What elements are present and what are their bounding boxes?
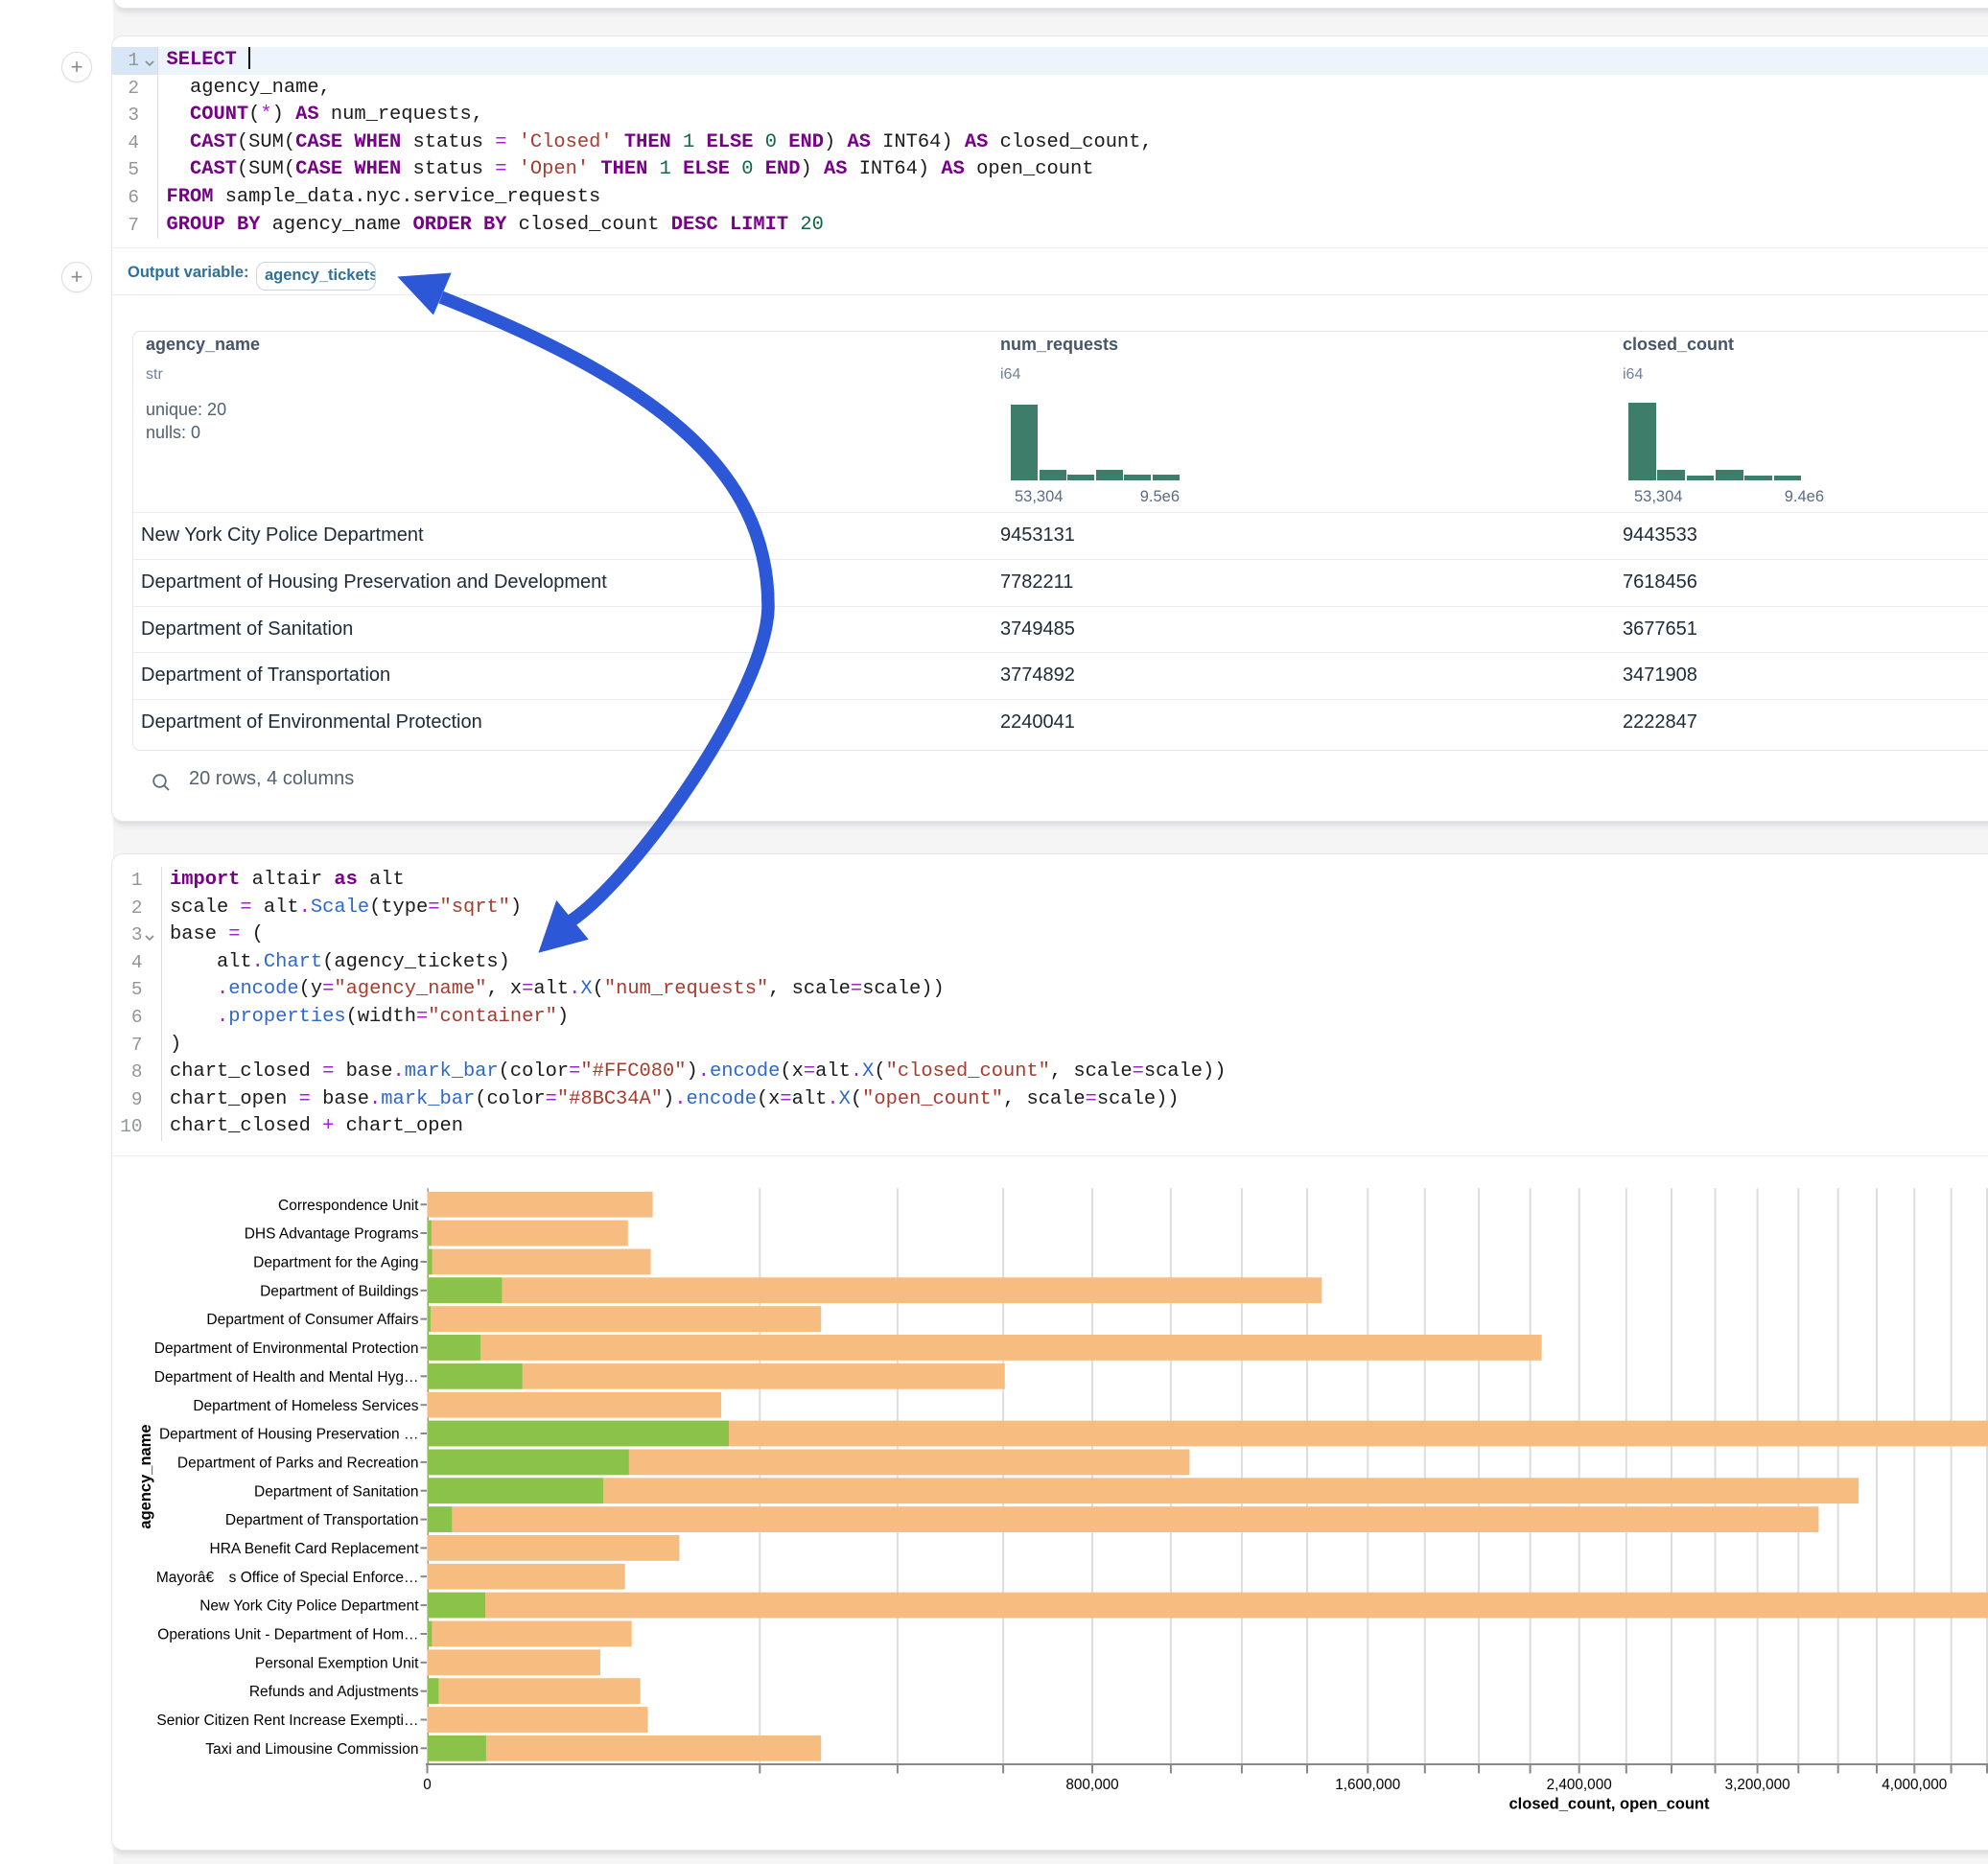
svg-text:Department of Consumer Affairs: Department of Consumer Affairs	[206, 1312, 418, 1328]
svg-text:2,400,000: 2,400,000	[1547, 1777, 1612, 1793]
svg-text:Department of Sanitation: Department of Sanitation	[254, 1483, 418, 1500]
svg-text:DHS Advantage Programs: DHS Advantage Programs	[245, 1226, 419, 1243]
svg-text:agency_name: agency_name	[137, 1424, 154, 1528]
svg-text:Department of Homeless Service: Department of Homeless Services	[193, 1398, 418, 1414]
svg-text:Department of Buildings: Department of Buildings	[260, 1283, 419, 1299]
svg-text:4,000,000: 4,000,000	[1882, 1777, 1947, 1793]
svg-text:Refunds and Adjustments: Refunds and Adjustments	[249, 1684, 419, 1700]
svg-text:New York City Police Departmen: New York City Police Department	[199, 1598, 419, 1615]
svg-text:Personal Exemption Unit: Personal Exemption Unit	[255, 1655, 419, 1671]
svg-text:Correspondence Unit: Correspondence Unit	[278, 1198, 419, 1214]
svg-text:Department of Housing Preserva: Department of Housing Preservation …	[159, 1427, 419, 1443]
svg-text:Taxi and Limousine Commission: Taxi and Limousine Commission	[205, 1741, 418, 1758]
svg-text:closed_count, open_count: closed_count, open_count	[1509, 1796, 1710, 1813]
svg-text:Department for the Aging: Department for the Aging	[253, 1255, 418, 1271]
svg-text:3,200,000: 3,200,000	[1725, 1777, 1790, 1793]
svg-text:Department of Environmental Pr: Department of Environmental Protection	[154, 1340, 419, 1357]
svg-text:Department of Parks and Recrea: Department of Parks and Recreation	[177, 1456, 419, 1472]
svg-text:Department of Health and Menta: Department of Health and Mental Hyg…	[154, 1369, 419, 1386]
svg-text:Operations Unit - Department o: Operations Unit - Department of Hom…	[157, 1627, 418, 1643]
svg-text:Mayorâ€ s Office of Special En: Mayorâ€ s Office of Special Enforce…	[156, 1570, 419, 1586]
svg-text:800,000: 800,000	[1065, 1777, 1118, 1793]
svg-text:Senior Citizen Rent Increase E: Senior Citizen Rent Increase Exempti…	[156, 1713, 418, 1729]
svg-text:0: 0	[423, 1777, 432, 1793]
svg-text:HRA Benefit Card Replacement: HRA Benefit Card Replacement	[210, 1541, 420, 1557]
svg-text:Department of Transportation: Department of Transportation	[225, 1512, 419, 1528]
svg-text:1,600,000: 1,600,000	[1335, 1777, 1400, 1793]
